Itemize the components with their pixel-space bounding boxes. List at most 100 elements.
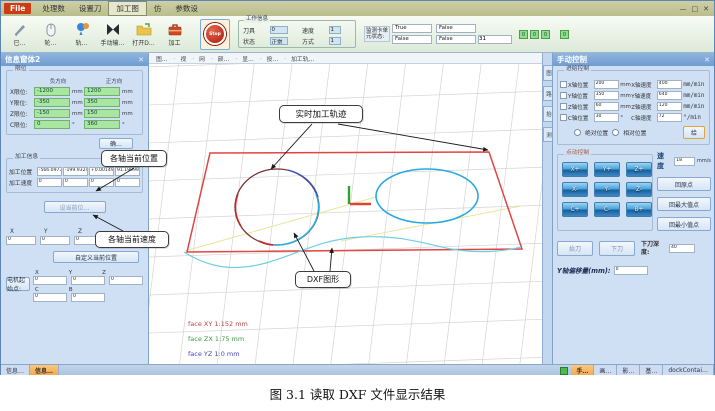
panel-close-icon[interactable]: ✕	[704, 56, 710, 64]
z-enable-checkbox[interactable]	[560, 103, 567, 110]
confirm-button[interactable]: 确…	[99, 138, 133, 149]
set-current-position-button[interactable]: 设当前位…	[44, 201, 106, 213]
dock-tab[interactable]: 路	[543, 86, 552, 102]
process-pos-x-field[interactable]: -566.0973	[37, 167, 62, 176]
motor-start-button[interactable]: 电机起始点:	[6, 277, 30, 291]
process-pos-y-field[interactable]: -199.9324	[63, 167, 88, 176]
axis-x-field[interactable]: 0	[6, 236, 36, 245]
monitor-field[interactable]: False	[392, 35, 432, 44]
motor-b-field[interactable]: 0	[71, 293, 105, 302]
knife-up-button[interactable]: 抬刀	[557, 241, 593, 256]
c-speed-field[interactable]: 72	[657, 113, 683, 122]
view-option[interactable]: 图…	[153, 54, 171, 63]
monitor-field[interactable]: False	[436, 35, 476, 44]
x-position-field[interactable]: 200	[594, 80, 620, 89]
dock-tab[interactable]: 图	[543, 65, 552, 81]
dock-tab[interactable]: 测	[543, 127, 552, 143]
z-limit-pos-field[interactable]: 150	[84, 109, 120, 118]
jog-speed-field[interactable]: 18	[674, 157, 695, 166]
jog-z-plus-button[interactable]: Z+	[626, 162, 652, 177]
z-limit-neg-field[interactable]: -150	[34, 109, 70, 118]
axis-z-field[interactable]: 0	[74, 236, 104, 245]
led[interactable]: 0	[541, 30, 550, 39]
c-enable-checkbox[interactable]	[560, 114, 567, 121]
x-limit-neg-field[interactable]: -1200	[34, 87, 70, 96]
process-speed-y-field[interactable]: 0	[63, 178, 88, 187]
view-option[interactable]: 显…	[232, 54, 256, 63]
go-min-button[interactable]: 回最小值点	[657, 217, 711, 231]
view-option[interactable]: 网	[189, 54, 208, 63]
process-pos-z-field[interactable]: +0.001499	[89, 167, 114, 176]
process-speed-z-field[interactable]: 0	[89, 178, 114, 187]
knife-down-button[interactable]: 下刀	[599, 241, 635, 256]
motor-y-field[interactable]: 0	[71, 276, 105, 285]
x-speed-field[interactable]: 400	[657, 80, 683, 89]
go-home-button[interactable]: 回原点	[657, 177, 711, 191]
motor-z-field[interactable]: 0	[109, 276, 143, 285]
monitor-field[interactable]: True	[392, 24, 432, 33]
y-speed-field[interactable]: 640	[657, 91, 683, 100]
menu-tool-setup[interactable]: 设置刀	[72, 2, 109, 15]
go-max-button[interactable]: 回最大值点	[657, 197, 711, 211]
led[interactable]: 0	[560, 30, 569, 39]
menu-machining-view[interactable]: 加工图	[108, 1, 147, 16]
led[interactable]: 0	[519, 30, 528, 39]
depth-field[interactable]: 40	[669, 244, 695, 253]
stop-button[interactable]: Stop	[200, 19, 230, 50]
process-pos-c-field[interactable]: 91.199997	[115, 167, 140, 176]
panel-close-icon[interactable]: ✕	[138, 56, 144, 64]
relative-position-radio[interactable]	[612, 129, 619, 136]
view-option[interactable]: 颜…	[208, 54, 232, 63]
jog-y-minus-button[interactable]: Y-	[594, 182, 620, 197]
close-button[interactable]: ✕	[703, 5, 709, 13]
maximize-button[interactable]: □	[692, 5, 699, 13]
tool-button-machine[interactable]: 加工	[159, 17, 190, 51]
motor-x-field[interactable]: 0	[33, 276, 67, 285]
jog-b-plus-button[interactable]: B+	[626, 202, 652, 217]
feed-go-button[interactable]: 给	[683, 126, 705, 139]
jog-x-plus-button[interactable]: X+	[562, 162, 588, 177]
x-enable-checkbox[interactable]	[560, 81, 567, 88]
y-limit-neg-field[interactable]: -350	[34, 98, 70, 107]
tool-button-track[interactable]: 轨…	[66, 17, 97, 51]
z-position-field[interactable]: 60	[594, 102, 620, 111]
dock-tab[interactable]: 抬	[543, 106, 552, 122]
y-position-field[interactable]: 350	[594, 91, 620, 100]
menu-process-params[interactable]: 处理数	[35, 2, 72, 15]
speed-value-field[interactable]: 1	[329, 26, 341, 34]
y-limit-pos-field[interactable]: 350	[84, 98, 120, 107]
tool-value-field[interactable]: 0	[270, 26, 288, 34]
c-limit-neg-field[interactable]: 0	[34, 120, 70, 129]
monitor-field-31[interactable]: 31	[478, 35, 512, 44]
view-option[interactable]: 加工轨…	[281, 54, 317, 63]
tool-button-manual-input[interactable]: 手动输…	[97, 17, 128, 51]
led[interactable]: 0	[530, 30, 539, 39]
status-value-field[interactable]: 正常	[270, 37, 288, 45]
jog-y-plus-button[interactable]: Y+	[594, 162, 620, 177]
view-option[interactable]: 视	[171, 54, 190, 63]
tool-button-import[interactable]: 已…	[4, 17, 35, 51]
axis-c-field[interactable]: 0	[108, 236, 138, 245]
y-enable-checkbox[interactable]	[560, 92, 567, 99]
menu-file[interactable]: File	[4, 3, 31, 14]
axis-y-field[interactable]: 0	[40, 236, 70, 245]
y-offset-field[interactable]: 0	[614, 266, 648, 275]
motor-c-field[interactable]: 0	[33, 293, 67, 302]
tool-button-contour[interactable]: 轮…	[35, 17, 66, 51]
tool-button-open-dxf[interactable]: 打开D…	[128, 17, 159, 51]
mode-value-field[interactable]: 1	[329, 37, 341, 45]
monitor-field[interactable]: False	[436, 24, 476, 33]
c-position-field[interactable]: 30	[594, 113, 620, 122]
jog-x-minus-button[interactable]: X-	[562, 182, 588, 197]
x-limit-pos-field[interactable]: 1200	[84, 87, 120, 96]
absolute-position-radio[interactable]	[574, 129, 581, 136]
jog-c-minus-button[interactable]: C-	[594, 202, 620, 217]
machining-canvas[interactable]: 图… 视 网 颜… 显… 投… 加工轨…	[149, 53, 542, 364]
process-speed-c-field[interactable]: 0	[115, 178, 140, 187]
jog-z-minus-button[interactable]: Z-	[626, 182, 652, 197]
c-limit-pos-field[interactable]: 360	[84, 120, 120, 129]
minimize-button[interactable]: —	[680, 5, 687, 13]
z-speed-field[interactable]: 120	[657, 102, 683, 111]
menu-simulation[interactable]: 仿	[147, 2, 169, 15]
process-speed-x-field[interactable]: 0	[37, 178, 62, 187]
